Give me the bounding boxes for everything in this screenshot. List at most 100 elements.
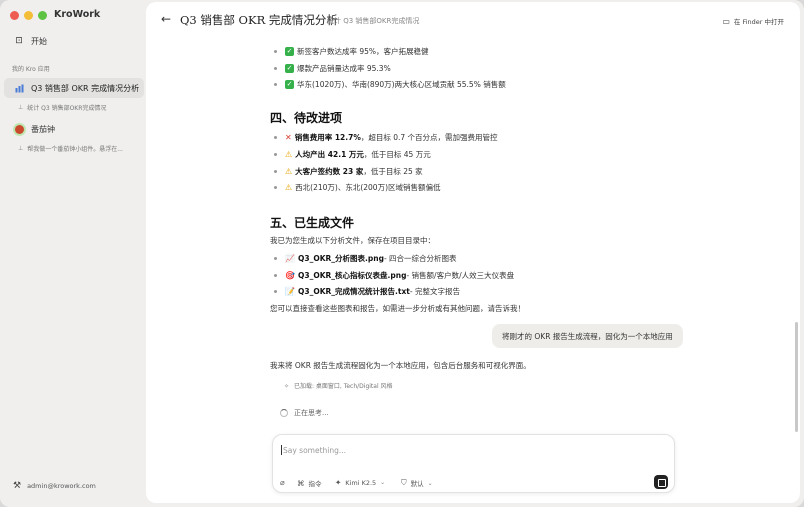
header: ← Q3 销售部 OKR 完成情况分析 统计 Q3 销售部OKR完成情况 ▭ 在… — [146, 2, 800, 38]
text-caret — [281, 445, 282, 455]
page-title: Q3 销售部 OKR 完成情况分析 — [180, 13, 338, 27]
bullet — [274, 50, 277, 53]
assistant-reply: 我来将 OKR 报告生成流程固化为一个本地应用，包含后台服务和可视化界面。 — [270, 361, 531, 370]
list-item-bold: 销售费用率 12.7% — [294, 133, 361, 142]
start-icon: ⊡ — [15, 36, 23, 46]
list-item-bold: 大客户签约数 23 家 — [295, 167, 364, 176]
list-item-text: 华东(1020万)、华南(890万)两大核心区域贡献 55.5% 销售额 — [297, 80, 506, 89]
list-item-text: 爆款产品销量达成率 95.3% — [297, 64, 391, 73]
model-label: Kimi K2.5 — [345, 478, 377, 487]
warning-icon: ⚠ — [285, 183, 293, 192]
list-item-text: ，低于目标 45 万元 — [363, 150, 431, 159]
window-controls — [10, 11, 47, 20]
thinking-text: 正在思考... — [294, 409, 329, 417]
sidebar-item-start[interactable]: ⊡ 开始 — [4, 32, 144, 50]
minimize-window-button[interactable] — [24, 11, 33, 20]
sidebar-subitem-pomodoro-task[interactable]: ⊥ 帮我做一个番茄钟小组件。悬浮在... — [18, 144, 140, 153]
bullet — [274, 153, 277, 156]
sidebar-item-pomodoro-app[interactable]: 番茄钟 — [4, 120, 144, 138]
file-desc: - 销售额/客户数/人效三大仪表盘 — [406, 271, 515, 280]
bullet — [274, 170, 277, 173]
app-brand: KroWork — [54, 9, 101, 20]
list-item-text: 西北(210万)、东北(200万)区域销售额偏低 — [295, 183, 441, 192]
mode-label: 默认 — [410, 480, 424, 488]
scrollbar[interactable] — [795, 322, 798, 432]
list-item: ⚠ 大客户签约数 23 家 ，低于目标 25 家 — [270, 166, 423, 177]
command-icon: ⌘ — [297, 478, 305, 488]
check-icon: ✓ — [285, 64, 294, 73]
cross-icon: ✕ — [285, 133, 292, 142]
file-item[interactable]: 📈 Q3_OKR_分析图表.png - 四合一综合分析图表 — [270, 253, 457, 264]
message-composer[interactable]: Say something... ⌀ ⌘ 指令 ✦ Kimi K2.5 ⌄ ⛉ … — [272, 434, 675, 493]
maximize-window-button[interactable] — [38, 11, 47, 20]
main-panel: ← Q3 销售部 OKR 完成情况分析 统计 Q3 销售部OKR完成情况 ▭ 在… — [146, 2, 800, 503]
commands-button[interactable]: ⌘ 指令 — [297, 478, 322, 489]
bullet — [274, 83, 277, 86]
target-icon: 🎯 — [285, 271, 295, 280]
back-arrow-icon[interactable]: ← — [161, 12, 171, 26]
send-button[interactable] — [654, 475, 668, 489]
check-icon: ✓ — [285, 80, 294, 89]
sidebar-item-label: Q3 销售部 OKR 完成情况分析 — [31, 83, 140, 93]
sidebar: KroWork ⊡ 开始 我的 Kro 应用 Q3 销售部 OKR 完成情况分析… — [0, 0, 146, 507]
pin-icon: ⊥ — [18, 145, 24, 152]
bullet — [274, 257, 277, 260]
file-item[interactable]: 📝 Q3_OKR_完成情况统计报告.txt - 完整文字报告 — [270, 286, 460, 297]
bullet — [274, 67, 277, 70]
sidebar-subitem-label: 帮我做一个番茄钟小组件。悬浮在... — [27, 146, 123, 153]
check-icon: ✓ — [285, 47, 294, 56]
tomato-icon — [12, 124, 26, 134]
file-name: Q3_OKR_核心指标仪表盘.png — [297, 271, 407, 280]
list-item: ⚠ 西北(210万)、东北(200万)区域销售额偏低 — [270, 182, 441, 193]
attach-button[interactable]: ⌀ — [280, 478, 289, 487]
section-heading: 五、已生成文件 — [270, 216, 355, 230]
chart-icon: 📈 — [285, 254, 295, 263]
file-desc: - 完整文字报告 — [409, 287, 460, 296]
shield-icon: ⛉ — [401, 478, 407, 487]
warning-icon: ⚠ — [285, 167, 293, 176]
sidebar-subitem-okr-task[interactable]: ⊥ 统计 Q3 销售部OKR完成情况 — [18, 103, 106, 112]
bullet — [274, 290, 277, 293]
closing-text: 您可以直接查看这些图表和报告，如需进一步分析或有其他问题，请告诉我！ — [270, 304, 525, 313]
open-in-finder-button[interactable]: ▭ 在 Finder 中打开 — [722, 16, 784, 27]
section-heading: 四、待改进项 — [270, 111, 343, 125]
list-item: ✕ 销售费用率 12.7% ，超目标 0.7 个百分点，需加强费用管控 — [270, 132, 498, 143]
file-name: Q3_OKR_完成情况统计报告.txt — [297, 287, 410, 296]
files-intro: 我已为您生成以下分析文件，保存在项目目录中： — [270, 236, 435, 245]
thinking-indicator: 正在思考... — [280, 408, 329, 418]
file-name: Q3_OKR_分析图表.png — [297, 254, 384, 263]
mode-selector[interactable]: ⛉ 默认 ⌄ — [401, 478, 433, 488]
sidebar-item-label: 番茄钟 — [31, 124, 55, 134]
list-item-text: ，低于目标 25 家 — [363, 167, 423, 176]
paperclip-icon: ⌀ — [280, 478, 285, 487]
model-icon: ✦ — [335, 478, 342, 487]
user-account[interactable]: ⚒ admin@krowork.com — [13, 481, 96, 491]
bullet — [274, 186, 277, 189]
sparkle-icon: ✧ — [284, 383, 290, 390]
added-note: ✧ 已加载: 桌面窗口, Tech/Digital 风格 — [284, 381, 393, 390]
bar-chart-icon — [12, 84, 26, 93]
user-email: admin@krowork.com — [27, 482, 96, 490]
memo-icon: 📝 — [285, 287, 295, 296]
sidebar-section-label: 我的 Kro 应用 — [12, 66, 50, 73]
commands-label: 指令 — [308, 480, 322, 488]
spinner-icon — [280, 409, 288, 417]
user-message-bubble: 将刚才的 OKR 报告生成流程，固化为一个本地应用 — [492, 324, 683, 348]
file-item[interactable]: 🎯 Q3_OKR_核心指标仪表盘.png - 销售额/客户数/人效三大仪表盘 — [270, 270, 514, 281]
model-selector[interactable]: ✦ Kimi K2.5 ⌄ — [335, 478, 385, 487]
list-item-text: ，超目标 0.7 个百分点，需加强费用管控 — [360, 133, 498, 142]
bullet — [274, 136, 277, 139]
chevron-down-icon: ⌄ — [380, 479, 386, 486]
finder-label: 在 Finder 中打开 — [733, 18, 784, 26]
sidebar-item-okr-app[interactable]: Q3 销售部 OKR 完成情况分析 — [4, 78, 144, 98]
close-window-button[interactable] — [10, 11, 19, 20]
bullet — [274, 274, 277, 277]
list-item: ✓ 爆款产品销量达成率 95.3% — [270, 63, 391, 74]
message-input[interactable]: Say something... — [283, 446, 346, 455]
file-desc: - 四合一综合分析图表 — [383, 254, 457, 263]
page-subtitle: 统计 Q3 销售部OKR完成情况 — [327, 17, 420, 25]
app-window: KroWork ⊡ 开始 我的 Kro 应用 Q3 销售部 OKR 完成情况分析… — [0, 0, 804, 507]
list-item-bold: 人均产出 42.1 万元 — [295, 150, 364, 159]
tools-icon: ⚒ — [13, 481, 22, 491]
sidebar-item-label: 开始 — [31, 36, 47, 46]
